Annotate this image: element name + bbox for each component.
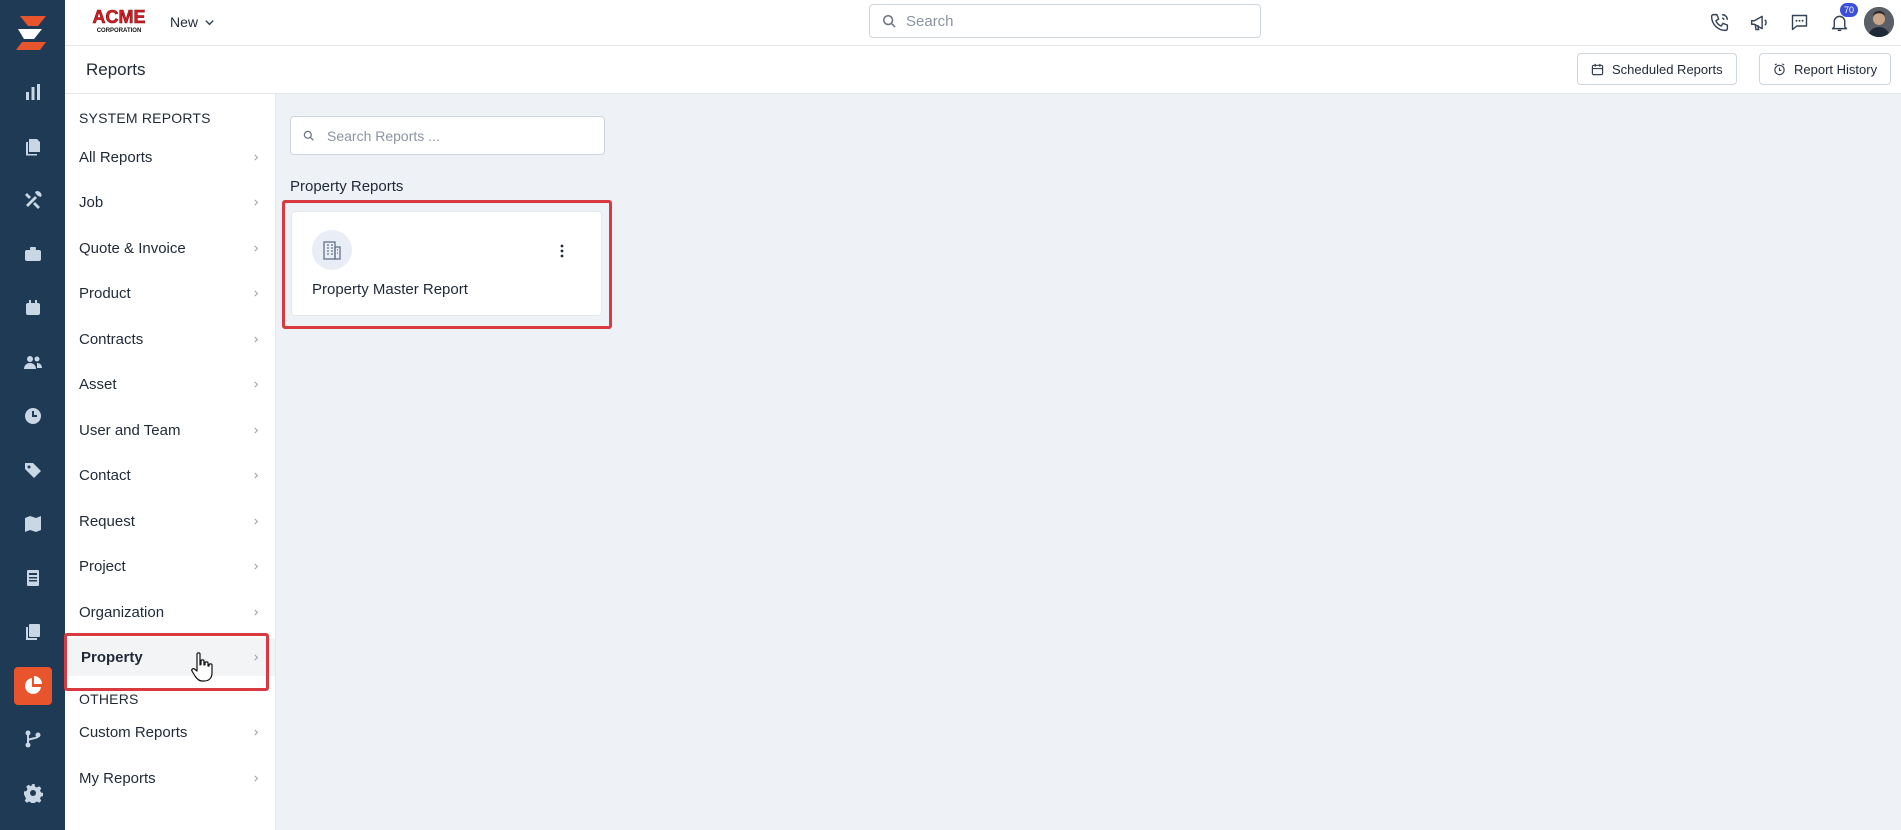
sidebar-item-label: Custom Reports: [79, 723, 188, 741]
search-icon: [882, 14, 896, 28]
chevron-right-icon: [254, 472, 259, 478]
sidebar-item-all-reports[interactable]: All Reports: [65, 138, 275, 176]
page-header: Reports Scheduled Reports Report History: [65, 46, 1901, 94]
sidebar-item-request[interactable]: Request: [65, 502, 275, 540]
rail-tools-icon[interactable]: [0, 180, 65, 220]
page-title: Reports: [86, 60, 146, 79]
chevron-right-icon: [254, 563, 259, 569]
rail-calendar-icon[interactable]: [0, 288, 65, 328]
rail-map-icon[interactable]: [0, 504, 65, 544]
app-logo-icon[interactable]: [12, 12, 52, 52]
chat-icon[interactable]: [1786, 9, 1812, 35]
sidebar-item-contracts[interactable]: Contracts: [65, 320, 275, 358]
chevron-right-icon: [254, 654, 259, 660]
sidebar-item-asset[interactable]: Asset: [65, 365, 275, 403]
chevron-right-icon: [254, 290, 259, 296]
building-icon: [312, 230, 352, 270]
scheduled-reports-label: Scheduled Reports: [1612, 61, 1723, 77]
user-avatar[interactable]: [1864, 7, 1894, 37]
system-reports-heading: SYSTEM REPORTS: [79, 110, 211, 126]
rail-users-icon[interactable]: [0, 342, 65, 382]
svg-text:CORPORATION: CORPORATION: [97, 28, 142, 34]
sidebar-item-custom-reports[interactable]: Custom Reports: [65, 713, 275, 751]
search-icon: [303, 130, 314, 141]
report-search-input[interactable]: [327, 127, 597, 144]
chevron-right-icon: [254, 729, 259, 735]
alarm-clock-icon: [1774, 62, 1785, 75]
report-history-label: Report History: [1794, 61, 1878, 77]
chevron-right-icon: [254, 381, 259, 387]
sidebar-item-property[interactable]: Property: [65, 638, 275, 676]
global-search[interactable]: [869, 4, 1261, 38]
sidebar-item-label: Product: [79, 284, 131, 302]
reports-sidebar: SYSTEM REPORTS All Reports Job Quote & I…: [64, 94, 276, 830]
report-group-title: Property Reports: [290, 178, 404, 195]
report-card-title: Property Master Report: [312, 281, 468, 298]
sidebar-item-contact[interactable]: Contact: [65, 456, 275, 494]
sidebar-item-user-and-team[interactable]: User and Team: [65, 411, 275, 449]
chevron-right-icon: [254, 199, 259, 205]
sidebar-item-organization[interactable]: Organization: [65, 593, 275, 631]
sidebar-item-label: Contact: [79, 466, 131, 484]
sidebar-item-quote-invoice[interactable]: Quote & Invoice: [65, 229, 275, 267]
new-dropdown-button[interactable]: New: [170, 12, 215, 32]
more-options-icon[interactable]: [555, 242, 569, 260]
others-heading: OTHERS: [79, 691, 139, 707]
rail-briefcase-icon[interactable]: [0, 234, 65, 274]
reports-main: Property Reports Property Master Report: [276, 94, 1901, 830]
phone-icon[interactable]: [1706, 9, 1732, 35]
rail-dashboard-icon[interactable]: [0, 72, 65, 112]
rail-invoice-icon[interactable]: [0, 558, 65, 598]
chevron-right-icon: [254, 427, 259, 433]
chevron-right-icon: [254, 154, 259, 160]
top-bar: ACME CORPORATION New 70: [65, 0, 1901, 46]
sidebar-item-label: Job: [79, 193, 104, 211]
rail-settings-icon[interactable]: [0, 773, 65, 813]
sidebar-item-label: Request: [79, 512, 135, 530]
sidebar-item-label: User and Team: [79, 421, 181, 439]
scheduled-reports-button[interactable]: Scheduled Reports: [1577, 53, 1737, 85]
report-history-button[interactable]: Report History: [1759, 53, 1892, 85]
report-card-property-master[interactable]: Property Master Report: [291, 211, 602, 316]
rail-workflow-icon[interactable]: [0, 719, 65, 759]
sidebar-item-label: Asset: [79, 375, 117, 393]
sidebar-item-label: Contracts: [79, 330, 144, 348]
new-label: New: [170, 14, 199, 30]
rail-copy-icon[interactable]: [0, 612, 65, 652]
global-search-input[interactable]: [906, 12, 1236, 30]
sidebar-item-label: Property: [81, 648, 143, 666]
bell-icon[interactable]: 70: [1826, 3, 1858, 35]
notification-count-badge: 70: [1840, 3, 1858, 17]
rail-tag-icon[interactable]: [0, 450, 65, 490]
calendar-icon: [1591, 63, 1604, 75]
report-search[interactable]: [290, 116, 605, 155]
svg-text:ACME: ACME: [93, 7, 146, 27]
rail-documents-icon[interactable]: [0, 126, 65, 166]
rail-clock-icon[interactable]: [0, 396, 65, 436]
sidebar-item-label: My Reports: [79, 769, 156, 787]
chevron-right-icon: [254, 336, 259, 342]
rail-reports-icon[interactable]: [14, 667, 52, 705]
sidebar-item-project[interactable]: Project: [65, 547, 275, 585]
sidebar-item-job[interactable]: Job: [65, 183, 275, 221]
left-rail: [0, 0, 65, 830]
sidebar-item-product[interactable]: Product: [65, 274, 275, 312]
company-logo[interactable]: ACME CORPORATION: [87, 6, 151, 34]
sidebar-item-label: Project: [79, 557, 126, 575]
chevron-right-icon: [254, 518, 259, 524]
megaphone-icon[interactable]: [1746, 9, 1772, 35]
chevron-right-icon: [254, 245, 259, 251]
sidebar-item-label: Quote & Invoice: [79, 239, 186, 257]
chevron-down-icon: [205, 19, 214, 25]
sidebar-item-my-reports[interactable]: My Reports: [65, 759, 275, 797]
sidebar-item-label: All Reports: [79, 148, 153, 166]
chevron-right-icon: [254, 609, 259, 615]
sidebar-item-label: Organization: [79, 603, 165, 621]
chevron-right-icon: [254, 775, 259, 781]
